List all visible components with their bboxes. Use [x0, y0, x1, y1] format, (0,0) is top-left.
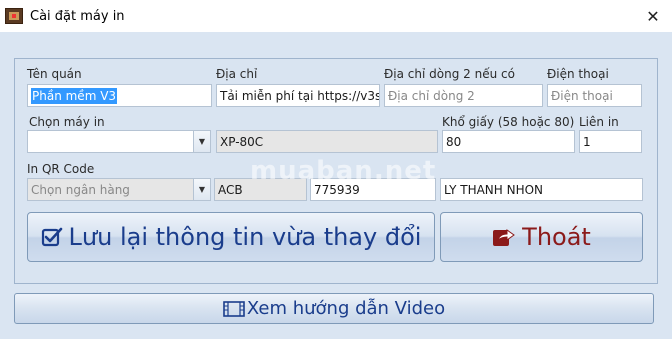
account-name-value: LY THANH NHON: [444, 182, 544, 197]
title-bar: Cài đặt máy in ✕: [0, 0, 672, 32]
account-name-input[interactable]: LY THANH NHON: [440, 178, 643, 201]
paper-size-label: Khổ giấy (58 hoặc 80): [442, 115, 575, 129]
paper-size-value: 80: [446, 134, 462, 149]
copies-value: 1: [583, 134, 591, 149]
exit-button[interactable]: Thoát: [440, 212, 643, 262]
copies-label: Liên in: [579, 115, 619, 129]
bank-select-placeholder: Chọn ngân hàng: [31, 182, 130, 197]
phone-placeholder: Điện thoại: [551, 88, 613, 103]
paper-size-input[interactable]: 80: [442, 130, 575, 153]
video-guide-button[interactable]: Xem hướng dẫn Video: [14, 293, 654, 324]
phone-label: Điện thoại: [547, 67, 609, 81]
address2-placeholder: Địa chỉ dòng 2: [388, 88, 475, 103]
phone-input[interactable]: Điện thoại: [547, 84, 642, 107]
save-button[interactable]: Lưu lại thông tin vừa thay đổi: [27, 212, 435, 262]
address-label: Địa chỉ: [216, 67, 258, 81]
qr-code-label: In QR Code: [27, 162, 95, 176]
account-number-input[interactable]: 775939: [310, 178, 436, 201]
bank-select[interactable]: Chọn ngân hàng ▼: [27, 178, 211, 201]
chevron-down-icon[interactable]: ▼: [193, 179, 210, 200]
window-title: Cài đặt máy in: [30, 8, 125, 24]
copies-input[interactable]: 1: [579, 130, 642, 153]
video-guide-label: Xem hướng dẫn Video: [246, 298, 446, 319]
checkbox-check-icon: [41, 226, 63, 248]
address-value: Tải miễn phí tại https://v3s.v: [220, 88, 380, 103]
printer-label: Chọn máy in: [29, 115, 105, 129]
address2-label: Địa chỉ dòng 2 nếu có: [384, 67, 515, 81]
printer-select[interactable]: ▼: [27, 130, 211, 153]
app-icon: [5, 8, 23, 24]
bank-code-display: ACB: [214, 178, 307, 201]
share-arrow-icon: [492, 226, 516, 248]
address-input[interactable]: Tải miễn phí tại https://v3s.v: [216, 84, 380, 107]
settings-group: Tên quán Địa chỉ Địa chỉ dòng 2 nếu có Đ…: [14, 58, 658, 284]
shop-name-value: Phần mềm V3: [31, 87, 118, 104]
bank-code-value: ACB: [218, 182, 243, 197]
exit-button-label: Thoát: [522, 223, 591, 251]
printer-name-value: XP-80C: [220, 134, 264, 149]
account-number-value: 775939: [314, 182, 360, 197]
shop-name-label: Tên quán: [27, 67, 82, 81]
film-icon: [223, 300, 245, 318]
printer-name-display: XP-80C: [216, 130, 438, 153]
chevron-down-icon[interactable]: ▼: [193, 131, 210, 152]
address2-input[interactable]: Địa chỉ dòng 2: [384, 84, 543, 107]
shop-name-input[interactable]: Phần mềm V3: [27, 84, 212, 107]
save-button-label: Lưu lại thông tin vừa thay đổi: [68, 223, 422, 251]
close-icon[interactable]: ✕: [640, 3, 666, 29]
